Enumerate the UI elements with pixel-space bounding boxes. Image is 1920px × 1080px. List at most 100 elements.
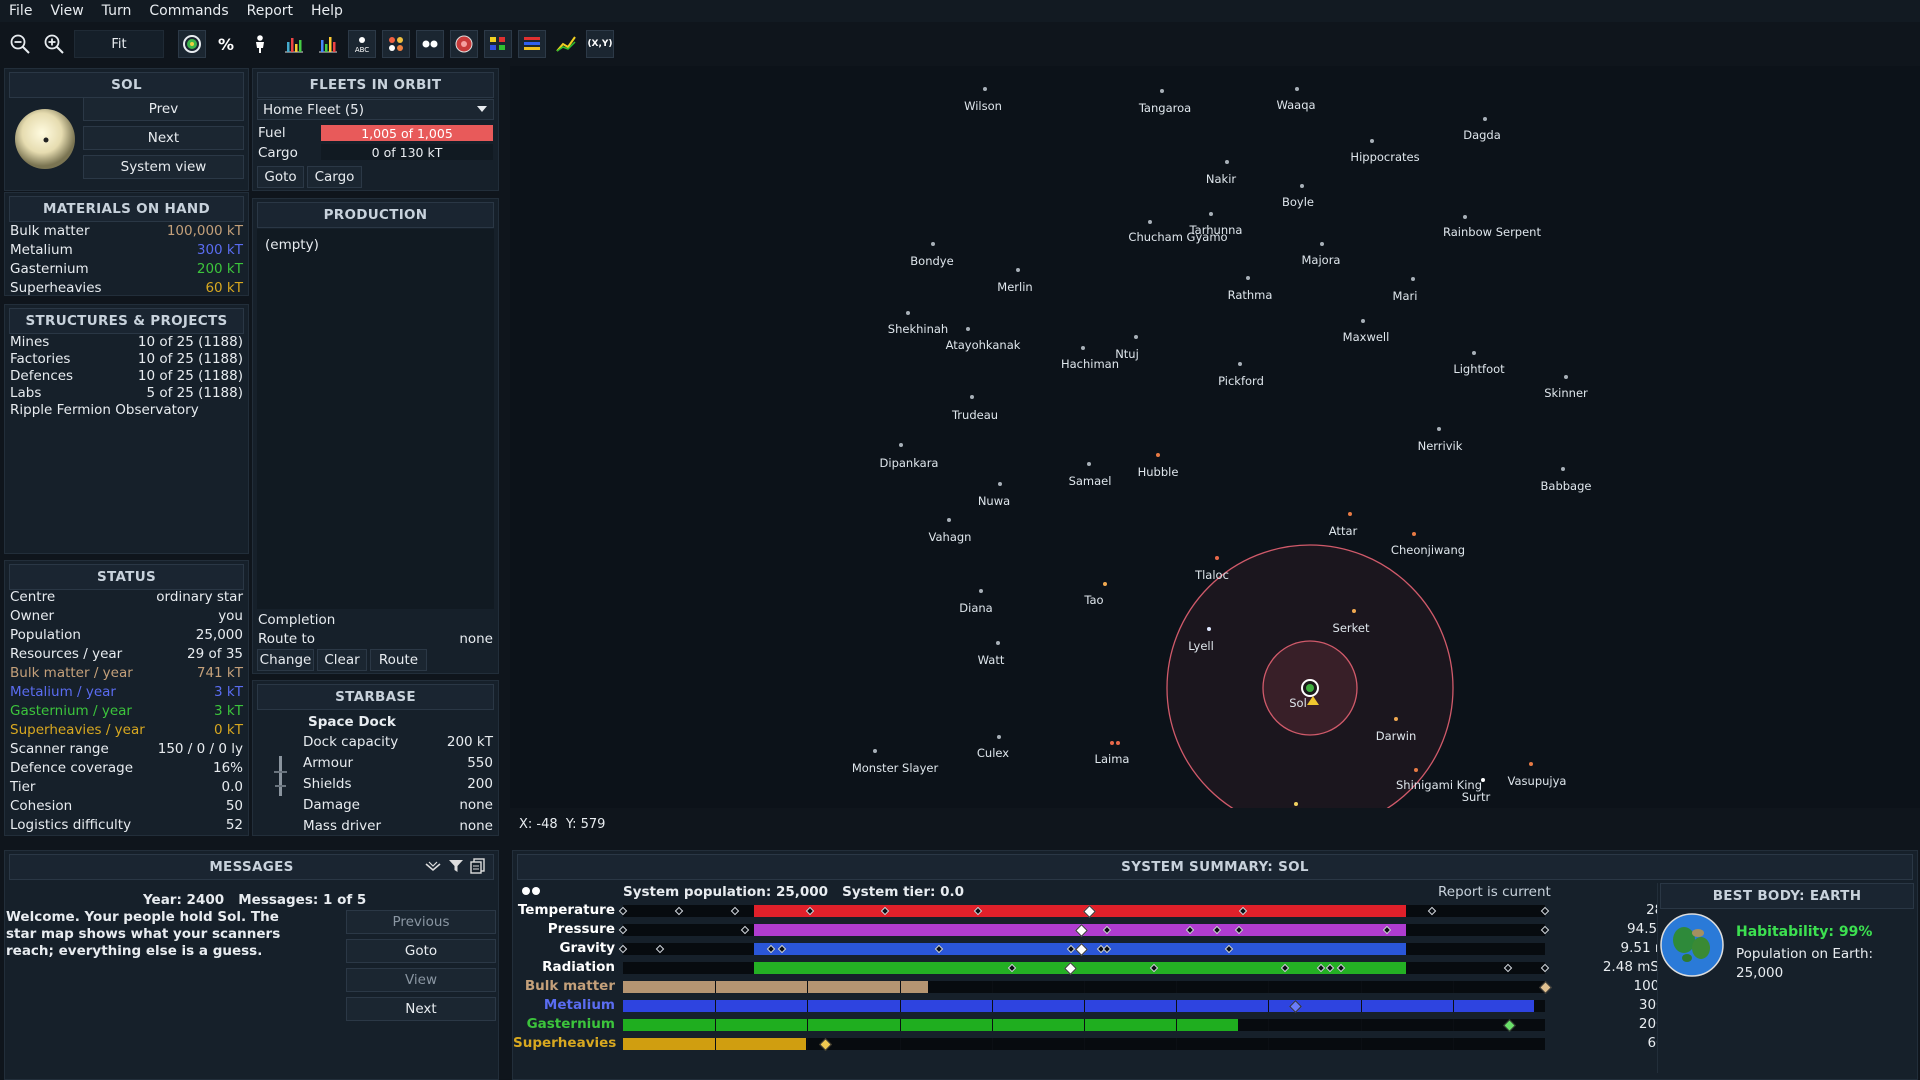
star-monster-slayer[interactable] [873,749,877,753]
summary-bar-tick [1452,981,1454,993]
message-goto-button[interactable]: Goto [346,939,496,963]
star-boyle[interactable] [1300,184,1304,188]
star-tangaroa[interactable] [1160,89,1164,93]
star-wilson[interactable] [983,87,987,91]
abc-labels-icon[interactable]: ABC [348,30,376,58]
star-babbage[interactable] [1561,467,1565,471]
star-dagda[interactable] [1483,117,1487,121]
star-vasupujya[interactable] [1529,762,1533,766]
menu-file[interactable]: File [0,3,41,19]
star-darwin[interactable] [1394,717,1398,721]
star-diana[interactable] [979,589,983,593]
menu-commands[interactable]: Commands [140,3,237,19]
star-waaqa[interactable] [1295,87,1299,91]
fleet-goto-button[interactable]: Goto [257,166,304,188]
home-system-marker[interactable] [1300,678,1320,698]
red-target-icon[interactable] [450,30,478,58]
star-shekhinah[interactable] [906,311,910,315]
star-bondye[interactable] [931,242,935,246]
previous-message-button[interactable]: Previous [346,910,496,934]
star-shinigami-king[interactable] [1414,768,1418,772]
star-rainbow-serpent[interactable] [1463,215,1467,219]
bar-chart-icon[interactable] [280,30,308,58]
star-label-tangaroa: Tangaroa [1138,101,1192,115]
star-lyell[interactable] [1207,627,1211,631]
filter-icon[interactable] [448,858,464,878]
star-watt[interactable] [996,641,1000,645]
route-button[interactable]: Route [370,649,427,671]
star-cheonjiwang[interactable] [1412,532,1416,536]
star-nerrivik[interactable] [1437,427,1441,431]
star-culex[interactable] [997,735,1001,739]
star-laima-companion[interactable] [1116,741,1120,745]
star-map[interactable]: Wilson Tangaroa Waaqa Dagda Hippocrates Nakir… [510,66,1920,808]
star-rathma[interactable] [1246,276,1250,280]
pair-dots-icon[interactable] [416,30,444,58]
star-atayohkanak[interactable] [966,327,970,331]
status-label: Metalium / year [10,684,116,700]
change-button[interactable]: Change [257,649,314,671]
collapse-icon[interactable] [424,858,442,878]
svg-text:ABC: ABC [355,46,369,54]
star-offscreen-partial[interactable] [1294,802,1298,806]
zoom-out-icon[interactable] [6,30,34,58]
star-skinner[interactable] [1564,375,1568,379]
menu-help[interactable]: Help [302,3,352,19]
flags-icon[interactable] [484,30,512,58]
star-merlin[interactable] [1016,268,1020,272]
star-hubble[interactable] [1156,453,1160,457]
production-queue[interactable]: (empty) [257,229,494,609]
star-ntuj[interactable] [1134,335,1138,339]
star-maxwell[interactable] [1361,319,1365,323]
prev-system-button[interactable]: Prev [83,97,244,121]
zoom-level-field[interactable]: Fit [74,30,164,58]
next-message-button[interactable]: Next [346,997,496,1021]
star-hachiman[interactable] [1081,346,1085,350]
star-majora[interactable] [1320,242,1324,246]
fleet-cargo-button[interactable]: Cargo [307,166,362,188]
star-lightfoot[interactable] [1472,351,1476,355]
earth-icon[interactable] [1660,913,1724,977]
bar-chart-alt-icon[interactable] [314,30,342,58]
star-pickford[interactable] [1238,362,1242,366]
star-tlaloc[interactable] [1215,556,1219,560]
scanner-ring-icon[interactable] [178,30,206,58]
system-view-button[interactable]: System view [83,155,244,179]
next-system-button[interactable]: Next [83,126,244,150]
fleet-marker-icon[interactable] [1307,696,1319,705]
clear-button[interactable]: Clear [317,649,367,671]
star-serket[interactable] [1352,609,1356,613]
colored-dots-icon[interactable] [382,30,410,58]
planet-pair-icon[interactable] [521,883,541,903]
star-mari[interactable] [1411,277,1415,281]
menu-report[interactable]: Report [238,3,302,19]
star-tao[interactable] [1103,582,1107,586]
copy-icon[interactable] [470,858,486,878]
message-view-button[interactable]: View [346,968,496,992]
percent-icon[interactable]: % [212,30,240,58]
line-graph-icon[interactable] [552,30,580,58]
star-dipankara[interactable] [899,443,903,447]
star-samael[interactable] [1087,462,1091,466]
star-laima[interactable] [1110,741,1114,745]
star-tarhunna[interactable] [1209,212,1213,216]
menu-turn[interactable]: Turn [93,3,141,19]
menu-view[interactable]: View [41,3,92,19]
xy-coordinates-icon[interactable]: (X,Y) [586,30,614,58]
project-name: Ripple Fermion Observatory [10,402,199,418]
star-hippocrates[interactable] [1370,139,1374,143]
star-trudeau[interactable] [970,395,974,399]
star-nakir[interactable] [1225,160,1229,164]
star-chucham-gyamo[interactable] [1148,220,1152,224]
message-text: Welcome. Your people hold Sol. The star … [6,909,281,959]
color-grid-icon[interactable] [518,30,546,58]
star-vahagn[interactable] [947,518,951,522]
star-attar[interactable] [1348,512,1352,516]
population-figure-icon[interactable] [246,30,274,58]
zoom-in-icon[interactable] [40,30,68,58]
star-label-babbage: Babbage [1540,479,1592,493]
summary-label: Radiation [542,959,615,975]
star-surtr[interactable] [1481,778,1485,782]
fleet-select[interactable]: Home Fleet (5) [257,99,494,120]
star-nuwa[interactable] [998,482,1002,486]
